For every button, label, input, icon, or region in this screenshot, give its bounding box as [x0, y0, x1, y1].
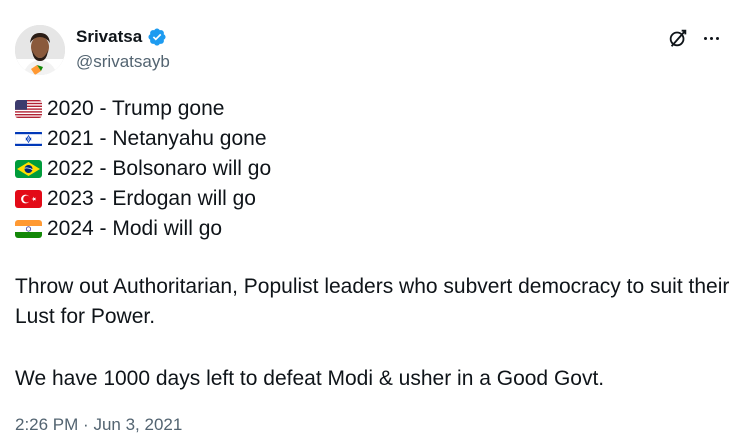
tweet-time[interactable]: 2:26 PM: [15, 415, 78, 434]
more-dot: [703, 36, 707, 40]
brazil-flag-icon: [15, 160, 42, 178]
author-handle[interactable]: @srivatsayb: [76, 52, 170, 72]
us-flag-icon: [15, 100, 42, 118]
verified-badge-icon: [147, 27, 167, 47]
tweet-paragraph-1: Throw out Authoritarian, Populist leader…: [15, 275, 730, 328]
list-item: 2023 - Erdogan will go: [15, 184, 271, 214]
list-item: 2024 - Modi will go: [15, 214, 271, 244]
list-item-text: 2023 - Erdogan will go: [47, 187, 256, 210]
india-flag-icon: [15, 220, 42, 238]
tweet-date[interactable]: Jun 3, 2021: [93, 415, 182, 434]
israel-flag-icon: [15, 130, 42, 148]
display-name[interactable]: Srivatsa: [76, 27, 142, 47]
timestamp-separator: ·: [83, 415, 89, 434]
list-item: 2021 - Netanyahu gone: [15, 124, 271, 154]
list-item-text: 2020 - Trump gone: [47, 97, 225, 120]
list-item-text: 2021 - Netanyahu gone: [47, 127, 267, 150]
more-dot: [715, 36, 719, 40]
list-item: 2022 - Bolsonaro will go: [15, 154, 271, 184]
author-name-row: Srivatsa: [76, 27, 167, 47]
tweet-list: 2020 - Trump gone 2021 - Netanyahu gone …: [15, 94, 271, 244]
turkey-flag-icon: [15, 190, 42, 208]
avatar[interactable]: [15, 25, 65, 75]
more-dot: [709, 36, 713, 40]
list-item-text: 2024 - Modi will go: [47, 217, 223, 240]
avatar-image: [15, 25, 65, 75]
more-icon[interactable]: [700, 27, 722, 49]
tweet-paragraph-2: We have 1000 days left to defeat Modi & …: [15, 367, 605, 390]
grok-icon[interactable]: [667, 27, 689, 49]
tweet-card: Srivatsa @srivatsayb 2020 - Trump gone 2…: [0, 0, 742, 448]
list-item: 2020 - Trump gone: [15, 94, 271, 124]
list-item-text: 2022 - Bolsonaro will go: [47, 157, 272, 180]
tweet-timestamp: 2:26 PM · Jun 3, 2021: [15, 413, 182, 437]
